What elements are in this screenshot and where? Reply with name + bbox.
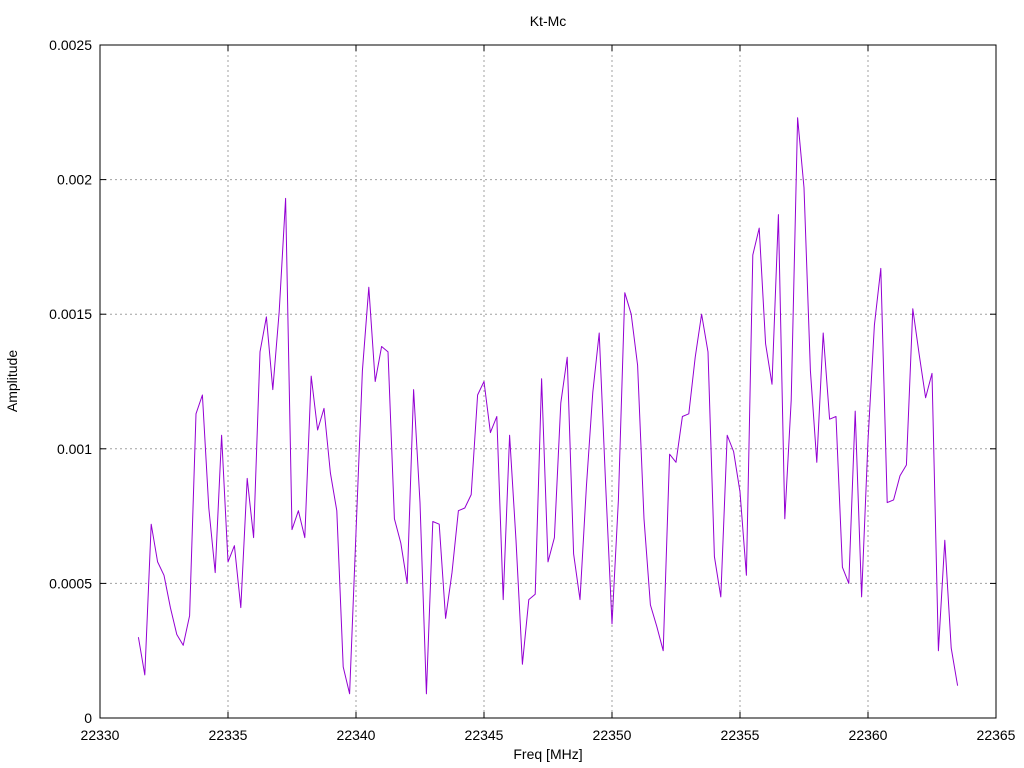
x-tick-label: 22360 (849, 727, 888, 743)
x-tick-label: 22355 (721, 727, 760, 743)
y-tick-label: 0.0015 (49, 306, 92, 322)
chart-title: Kt-Mc (530, 13, 567, 29)
y-tick-label: 0.002 (57, 172, 92, 188)
x-tick-label: 22335 (209, 727, 248, 743)
x-tick-label: 22365 (977, 727, 1016, 743)
y-tick-label: 0.0025 (49, 37, 92, 53)
x-tick-label: 22340 (337, 727, 376, 743)
x-tick-label: 22350 (593, 727, 632, 743)
x-axis-label: Freq [MHz] (513, 746, 582, 762)
x-tick-label: 22330 (81, 727, 120, 743)
chart-background (0, 0, 1024, 768)
y-tick-label: 0.0005 (49, 575, 92, 591)
y-tick-label: 0 (84, 710, 92, 726)
y-tick-label: 0.001 (57, 441, 92, 457)
y-axis-label: Amplitude (4, 350, 20, 412)
line-chart: 22330 22335 22340 22345 22350 22355 22360 22365… (0, 0, 1024, 768)
x-tick-label: 22345 (465, 727, 504, 743)
